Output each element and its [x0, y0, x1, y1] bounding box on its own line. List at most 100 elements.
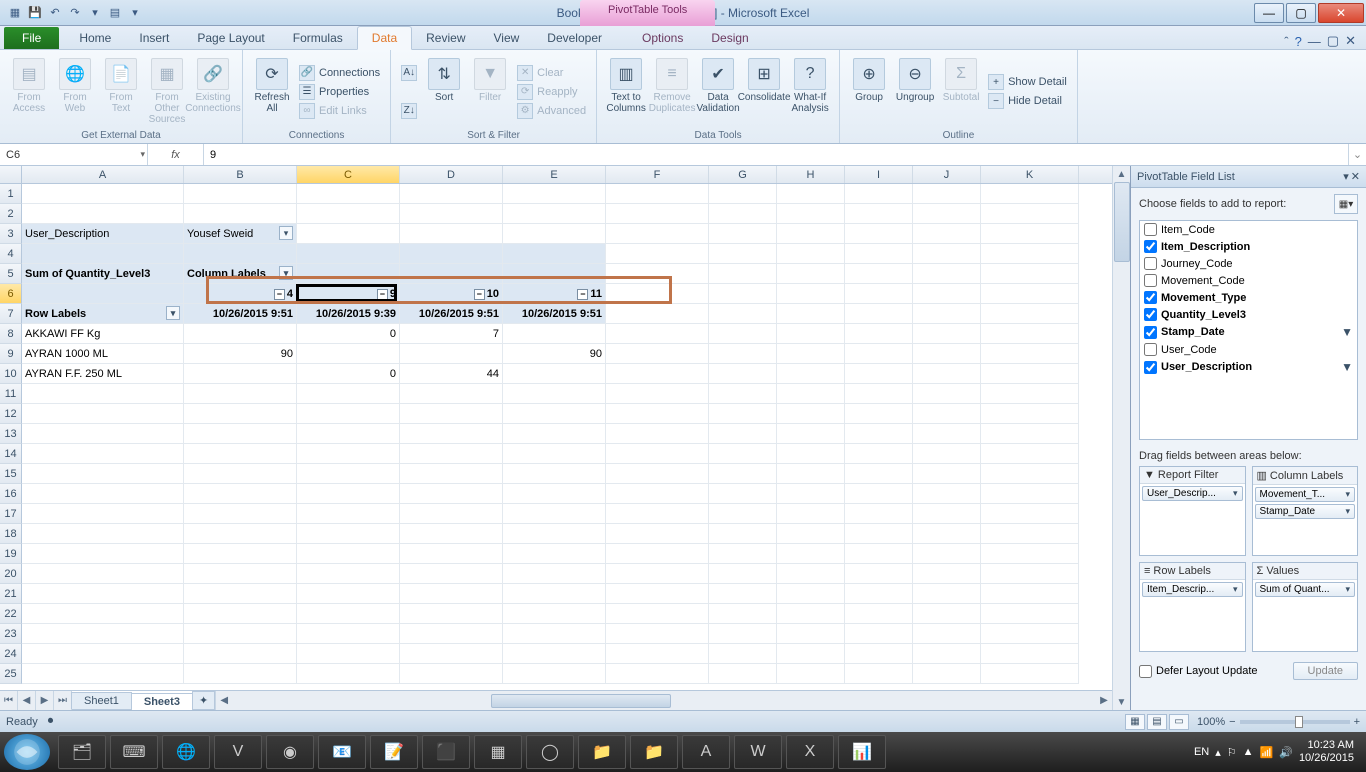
tray-chevron-icon[interactable]: ▴ — [1215, 746, 1221, 759]
pivot-col-group[interactable]: −10 — [400, 284, 503, 304]
pivot-filter-value[interactable]: Yousef Sweid▾ — [184, 224, 297, 244]
field-checkbox[interactable] — [1144, 361, 1157, 374]
properties-button[interactable]: ☰Properties — [297, 83, 382, 101]
volume-icon[interactable]: 🔊 — [1279, 746, 1293, 759]
close-button[interactable]: ✕ — [1318, 3, 1364, 23]
field-item[interactable]: Quantity_Level3 — [1140, 306, 1357, 323]
chevron-down-icon[interactable]: ▾ — [1345, 584, 1350, 595]
chevron-down-icon[interactable]: ▾ — [1345, 506, 1350, 517]
taskbar-item[interactable]: ◯ — [526, 735, 574, 769]
zoom-slider-thumb[interactable] — [1295, 716, 1303, 728]
tab-developer[interactable]: Developer — [533, 27, 616, 49]
col-header[interactable]: A — [22, 166, 184, 183]
dropdown-icon[interactable]: ▾ — [166, 306, 180, 320]
defer-checkbox[interactable] — [1139, 665, 1152, 678]
clear-button[interactable]: ✕Clear — [515, 64, 588, 82]
area-item[interactable]: Item_Descrip...▾ — [1142, 582, 1243, 597]
last-sheet-icon[interactable]: ⏭ — [54, 691, 72, 710]
excel-icon[interactable]: ▦ — [6, 4, 24, 22]
row-header[interactable]: 3 — [0, 224, 22, 244]
help-icon[interactable]: ? — [1295, 34, 1302, 49]
qat-icon[interactable]: ▤ — [106, 4, 124, 22]
area-item[interactable]: User_Descrip...▾ — [1142, 486, 1243, 501]
field-item[interactable]: User_Code — [1140, 341, 1357, 358]
report-filter-area[interactable]: ▼Report Filter User_Descrip...▾ — [1139, 466, 1246, 556]
filter-dropdown-icon[interactable]: ▾ — [279, 226, 293, 240]
next-sheet-icon[interactable]: ▶ — [36, 691, 54, 710]
col-header[interactable]: G — [709, 166, 777, 183]
clock[interactable]: 10:23 AM10/26/2015 — [1299, 739, 1354, 765]
col-header[interactable]: I — [845, 166, 913, 183]
field-item[interactable]: Item_Description — [1140, 238, 1357, 255]
update-button[interactable]: Update — [1293, 662, 1358, 680]
field-checkbox[interactable] — [1144, 326, 1157, 339]
zoom-in-icon[interactable]: + — [1354, 716, 1360, 728]
area-item[interactable]: Stamp_Date▾ — [1255, 504, 1356, 519]
zoom-control[interactable]: 100% − + — [1197, 716, 1360, 728]
area-item[interactable]: Movement_T...▾ — [1255, 487, 1356, 502]
sheet-tab[interactable]: Sheet1 — [71, 692, 132, 709]
minimize-button[interactable]: — — [1254, 3, 1284, 23]
select-all-corner[interactable] — [0, 166, 22, 183]
row-header[interactable]: 7 — [0, 304, 22, 324]
chevron-down-icon[interactable]: ▾ — [1233, 584, 1238, 595]
field-item[interactable]: Movement_Type — [1140, 289, 1357, 306]
connections-button[interactable]: 🔗Connections — [297, 64, 382, 82]
row-header[interactable]: 21 — [0, 584, 22, 604]
page-layout-view-icon[interactable]: ▤ — [1147, 714, 1167, 730]
taskbar-item[interactable]: ⌨ — [110, 735, 158, 769]
col-header[interactable]: C — [297, 166, 400, 183]
from-other-button[interactable]: ▦From Other Sources — [146, 54, 188, 129]
remove-duplicates-button[interactable]: ≡Remove Duplicates — [651, 54, 693, 129]
col-header[interactable]: B — [184, 166, 297, 183]
row-header[interactable]: 2 — [0, 204, 22, 224]
filter-button[interactable]: ▼Filter — [469, 54, 511, 129]
scroll-left-icon[interactable]: ◀ — [216, 695, 232, 706]
file-tab[interactable]: File — [4, 27, 59, 49]
values-area[interactable]: ΣValues Sum of Quant...▾ — [1252, 562, 1359, 652]
fx-icon[interactable]: fx — [171, 149, 180, 161]
col-header[interactable]: H — [777, 166, 845, 183]
row-header[interactable]: 22 — [0, 604, 22, 624]
field-checkbox[interactable] — [1144, 257, 1157, 270]
normal-view-icon[interactable]: ▦ — [1125, 714, 1145, 730]
row-header[interactable]: 15 — [0, 464, 22, 484]
tab-home[interactable]: Home — [65, 27, 125, 49]
pane-dropdown-icon[interactable]: ▾ — [1343, 170, 1349, 183]
action-center-icon[interactable]: ▲ — [1243, 746, 1254, 758]
data-validation-button[interactable]: ✔Data Validation — [697, 54, 739, 129]
taskbar-item[interactable]: ▦ — [474, 735, 522, 769]
pivot-column-labels[interactable]: Column Labels▾ — [184, 264, 297, 284]
sort-desc-button[interactable]: Z↓ — [399, 102, 419, 120]
scroll-thumb[interactable] — [491, 694, 671, 708]
row-header[interactable]: 5 — [0, 264, 22, 284]
existing-connections-button[interactable]: 🔗Existing Connections — [192, 54, 234, 129]
scroll-thumb[interactable] — [1114, 182, 1130, 262]
pivot-col-group[interactable]: −11 — [503, 284, 606, 304]
page-break-view-icon[interactable]: ▭ — [1169, 714, 1189, 730]
row-header[interactable]: 13 — [0, 424, 22, 444]
row-header[interactable]: 19 — [0, 544, 22, 564]
save-icon[interactable]: 💾 — [26, 4, 44, 22]
macro-record-icon[interactable]: ⏺ — [48, 715, 54, 728]
redo-icon[interactable]: ↷ — [66, 4, 84, 22]
prev-sheet-icon[interactable]: ◀ — [18, 691, 36, 710]
tab-view[interactable]: View — [480, 27, 534, 49]
first-sheet-icon[interactable]: ⏮ — [0, 691, 18, 710]
taskbar-item[interactable]: 📝 — [370, 735, 418, 769]
taskbar-item[interactable]: 📁 — [578, 735, 626, 769]
taskbar-item[interactable]: ◉ — [266, 735, 314, 769]
from-web-button[interactable]: 🌐From Web — [54, 54, 96, 129]
tab-review[interactable]: Review — [412, 27, 479, 49]
field-checkbox[interactable] — [1144, 274, 1157, 287]
taskbar-item[interactable]: A — [682, 735, 730, 769]
window-min-icon[interactable]: — — [1308, 34, 1321, 49]
hide-detail-button[interactable]: −Hide Detail — [986, 92, 1069, 110]
tab-options[interactable]: Options — [628, 27, 697, 49]
field-item[interactable]: Stamp_Date▼ — [1140, 323, 1357, 341]
row-labels-area[interactable]: ≡Row Labels Item_Descrip...▾ — [1139, 562, 1246, 652]
chevron-down-icon[interactable]: ▾ — [1345, 489, 1350, 500]
tab-formulas[interactable]: Formulas — [279, 27, 357, 49]
taskbar-item[interactable]: V — [214, 735, 262, 769]
row-header[interactable]: 11 — [0, 384, 22, 404]
